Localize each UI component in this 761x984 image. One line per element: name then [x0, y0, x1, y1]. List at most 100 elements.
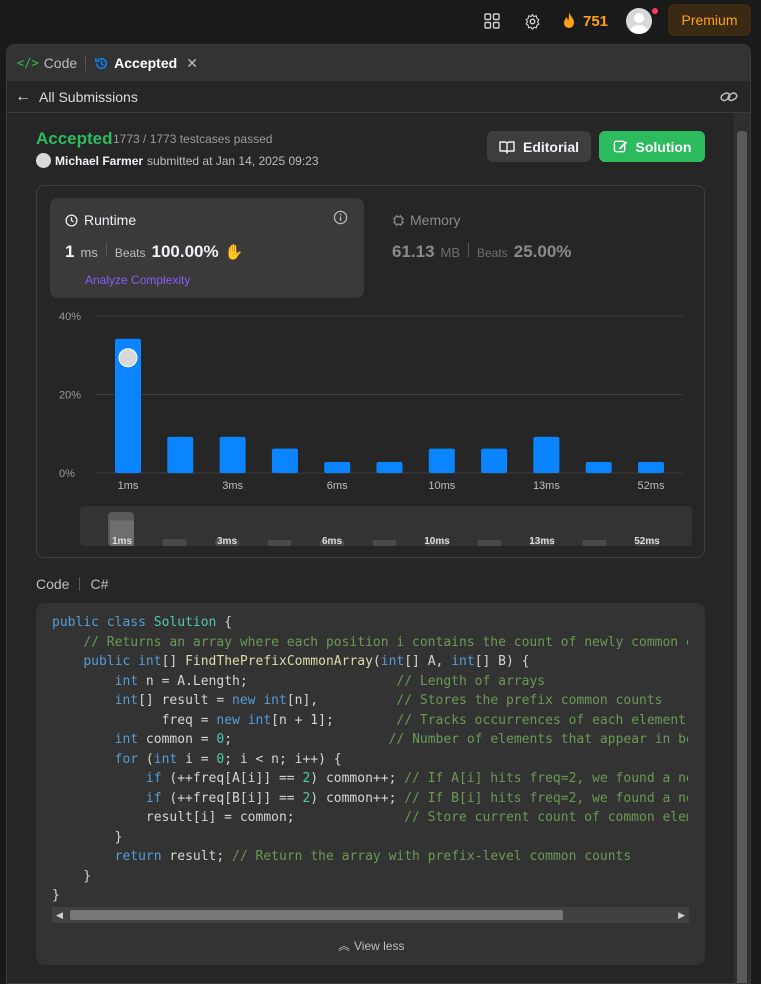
tab-accepted-label: Accepted — [114, 55, 178, 71]
submitted-time: submitted at Jan 14, 2025 09:23 — [147, 153, 319, 168]
chart-bar[interactable] — [324, 462, 351, 473]
runtime-value-row: 1 ms Beats 100.00% ✋ — [65, 242, 243, 262]
minimap-label: 10ms — [424, 536, 450, 546]
premium-button[interactable]: Premium — [668, 4, 751, 36]
chart-bar[interactable] — [533, 436, 560, 473]
divider — [468, 243, 470, 257]
editorial-button[interactable]: Editorial — [487, 131, 591, 162]
history-icon — [95, 57, 108, 69]
runtime-beats-value: 100.00% — [151, 242, 219, 261]
clock-icon — [65, 213, 78, 227]
user-avatar[interactable] — [626, 8, 652, 34]
memory-title[interactable]: Memory — [392, 212, 461, 228]
code-language: C# — [90, 576, 109, 592]
code-brackets-icon: </> — [17, 56, 39, 70]
scroll-right-icon[interactable]: ▶ — [678, 910, 685, 921]
close-icon[interactable]: ✕ — [186, 55, 198, 72]
back-arrow-icon[interactable]: ← — [15, 88, 31, 106]
submitter-info: Michael Farmer submitted at Jan 14, 2025… — [36, 153, 319, 168]
fire-icon — [564, 12, 574, 28]
runtime-distribution-chart[interactable]: 40% 20% 0% 1ms 3ms 6ms 10ms 13ms 52ms — [37, 306, 706, 506]
runtime-title: Runtime — [65, 212, 136, 228]
memory-beats-value: 25.00% — [513, 242, 572, 261]
layout-grid-icon[interactable] — [481, 10, 503, 32]
chart-bar[interactable] — [376, 462, 403, 473]
divider — [79, 577, 81, 591]
view-less-button[interactable]: ︽ View less — [338, 937, 404, 954]
chip-icon — [392, 214, 405, 226]
link-icon[interactable] — [720, 89, 738, 105]
minimap-label: 6ms — [322, 536, 342, 546]
solution-label: Solution — [635, 138, 692, 155]
minimap-bar — [267, 540, 292, 546]
minimap-label: 52ms — [634, 536, 660, 546]
minimap-bar — [477, 540, 502, 546]
book-icon — [499, 140, 515, 154]
code-section-label: Code — [36, 576, 70, 592]
all-submissions-link[interactable]: All Submissions — [39, 89, 138, 105]
editorial-label: Editorial — [522, 138, 579, 155]
streak-count: 751 — [583, 12, 609, 30]
horizontal-scrollbar[interactable]: ◀ ▶ — [52, 907, 689, 923]
submission-subbar: ← All Submissions — [7, 81, 750, 113]
status-accepted: Accepted — [36, 129, 113, 148]
minimap-svg: 1ms 3ms 6ms 10ms 13ms 52ms — [108, 512, 660, 546]
runtime-unit: ms — [80, 245, 98, 260]
chart-bar[interactable] — [585, 462, 612, 473]
metrics-box: Runtime 1 ms Beats 100.00% ✋ Analyze Com… — [36, 185, 705, 558]
chart-bar[interactable] — [167, 436, 194, 473]
code-text[interactable]: public class Solution { // Returns an ar… — [52, 613, 688, 906]
code-header: Code C# — [36, 576, 108, 592]
minimap-label: 3ms — [217, 536, 237, 546]
memory-beats-label: Beats — [477, 246, 508, 260]
tab-code-label: Code — [43, 55, 78, 71]
tab-code[interactable]: </> Code — [17, 55, 77, 71]
minimap-label: 1ms — [112, 536, 132, 546]
view-less-label: View less — [354, 938, 405, 953]
runtime-card[interactable]: Runtime 1 ms Beats 100.00% ✋ Analyze Com… — [50, 198, 364, 298]
divider — [105, 243, 107, 257]
x-tick-label: 6ms — [327, 480, 348, 492]
chart-bar[interactable] — [481, 448, 508, 473]
runtime-value: 1 — [65, 242, 75, 261]
clap-icon: ✋ — [224, 244, 244, 261]
submission-content: Accepted 1773 / 1773 testcases passed Mi… — [7, 113, 734, 983]
chart-bar[interactable] — [219, 436, 246, 473]
chart-minimap[interactable]: 1ms 3ms 6ms 10ms 13ms 52ms — [80, 506, 692, 546]
tab-divider — [85, 55, 87, 71]
minimap-bar — [162, 539, 187, 546]
submitter-avatar — [36, 153, 51, 168]
scroll-left-icon[interactable]: ◀ — [56, 910, 63, 921]
code-viewer[interactable]: public class Solution { // Returns an ar… — [36, 603, 705, 965]
y-tick-label: 20% — [59, 390, 81, 402]
scroll-thumb[interactable] — [70, 910, 563, 920]
memory-label: Memory — [410, 212, 461, 228]
info-icon[interactable] — [333, 210, 348, 230]
edit-icon — [613, 140, 627, 153]
x-tick-label: 13ms — [533, 480, 560, 492]
chart-bar[interactable] — [271, 448, 298, 473]
gear-icon[interactable] — [521, 10, 543, 32]
runtime-label: Runtime — [84, 212, 137, 228]
chart-bar[interactable] — [428, 448, 455, 473]
tab-accepted[interactable]: Accepted ✕ — [94, 55, 198, 72]
minimap-bar — [582, 540, 607, 546]
tab-bar: </> Code Accepted ✕ — [7, 45, 750, 81]
memory-value-row: 61.13 MB Beats 25.00% — [392, 242, 571, 262]
x-tick-label: 10ms — [428, 480, 455, 492]
testcases-passed: 1773 / 1773 testcases passed — [113, 132, 273, 146]
submitter-name[interactable]: Michael Farmer — [55, 154, 143, 168]
y-tick-label: 0% — [59, 468, 75, 480]
streak-counter[interactable]: 751 — [561, 10, 608, 32]
minimap-label: 13ms — [529, 536, 555, 546]
y-tick-label: 40% — [59, 311, 81, 323]
analyze-complexity-link[interactable]: Analyze Complexity — [85, 273, 190, 287]
vertical-scrollbar[interactable] — [734, 113, 750, 983]
x-tick-label: 3ms — [222, 480, 243, 492]
top-bar: 751 Premium — [0, 0, 761, 44]
chart-bar[interactable] — [638, 462, 664, 473]
my-submission-avatar — [118, 348, 138, 368]
scroll-thumb[interactable] — [737, 131, 747, 983]
submission-panel: </> Code Accepted ✕ ← All Submissions Ac… — [6, 44, 751, 984]
solution-button[interactable]: Solution — [599, 131, 705, 162]
